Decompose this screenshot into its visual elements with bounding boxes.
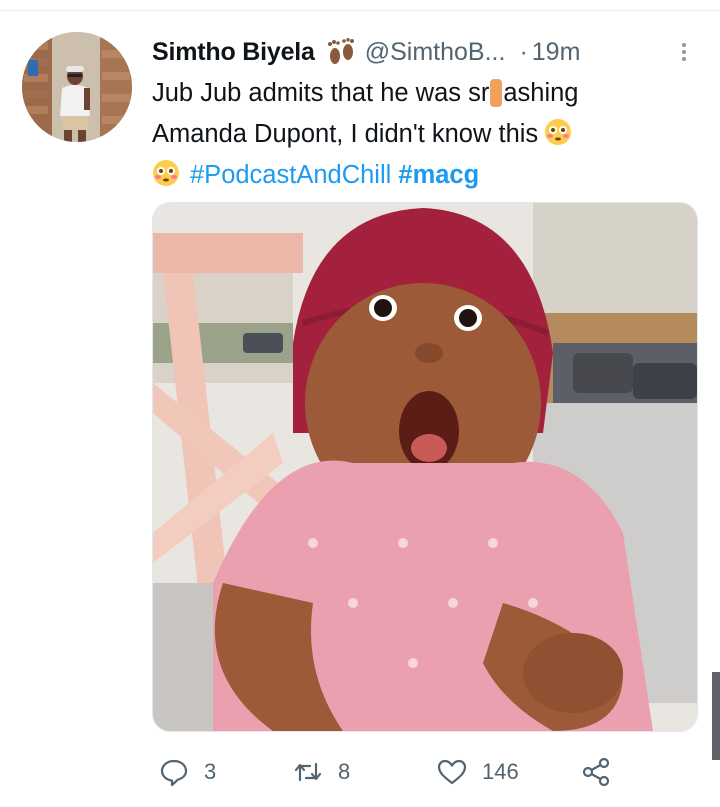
- tweet-actions: 3 8 146: [152, 752, 692, 792]
- divider: [0, 10, 720, 11]
- share-button[interactable]: [580, 752, 612, 792]
- share-icon: [582, 757, 610, 787]
- tweet-text: Jub Jub admits that he was sr ashing Aman…: [152, 73, 692, 196]
- tweet-text-part: Jub Jub admits that he was sr: [152, 79, 490, 107]
- like-button[interactable]: 146: [436, 752, 519, 792]
- reply-count: 3: [204, 759, 217, 784]
- tweet-header: Simtho Biyela @SimthoB... · 19m: [152, 35, 692, 69]
- tweet-media[interactable]: [152, 202, 698, 732]
- footprints-icon: [325, 38, 357, 66]
- hashtag-link[interactable]: #PodcastAndChill: [190, 161, 391, 189]
- scrollbar-thumb[interactable]: [712, 672, 720, 760]
- tweet-text-part: Amanda Dupont, I didn't know this: [152, 120, 539, 148]
- tweet-text-line-3: #PodcastAndChill #macg: [152, 155, 692, 196]
- tweet-screen: Simtho Biyela @SimthoB... · 19m Jub Jub …: [0, 0, 720, 807]
- reply-icon: [160, 759, 188, 787]
- reply-button[interactable]: 3: [158, 752, 216, 792]
- retweet-icon: [294, 762, 322, 782]
- retweet-count: 8: [338, 759, 351, 784]
- baby-photo: [153, 203, 697, 731]
- hashtag-link[interactable]: #macg: [398, 161, 479, 189]
- tweet-text-line-2: Amanda Dupont, I didn't know this: [152, 114, 692, 155]
- avatar-image: [22, 32, 132, 142]
- tweet-text-line-1: Jub Jub admits that he was sr ashing: [152, 73, 692, 114]
- censor-mark: [490, 79, 503, 107]
- flushed-face-icon: [544, 118, 572, 146]
- handle[interactable]: @SimthoB...: [365, 38, 506, 67]
- timestamp[interactable]: 19m: [532, 38, 581, 67]
- tweet-text-part: ashing: [503, 79, 579, 107]
- display-name[interactable]: Simtho Biyela: [152, 38, 315, 67]
- separator-dot: ·: [519, 37, 528, 66]
- more-options-icon[interactable]: [676, 35, 692, 69]
- heart-icon: [437, 759, 467, 785]
- like-count: 146: [482, 759, 519, 784]
- retweet-button[interactable]: 8: [292, 752, 350, 792]
- avatar[interactable]: [22, 32, 132, 142]
- flushed-face-icon: [152, 159, 180, 187]
